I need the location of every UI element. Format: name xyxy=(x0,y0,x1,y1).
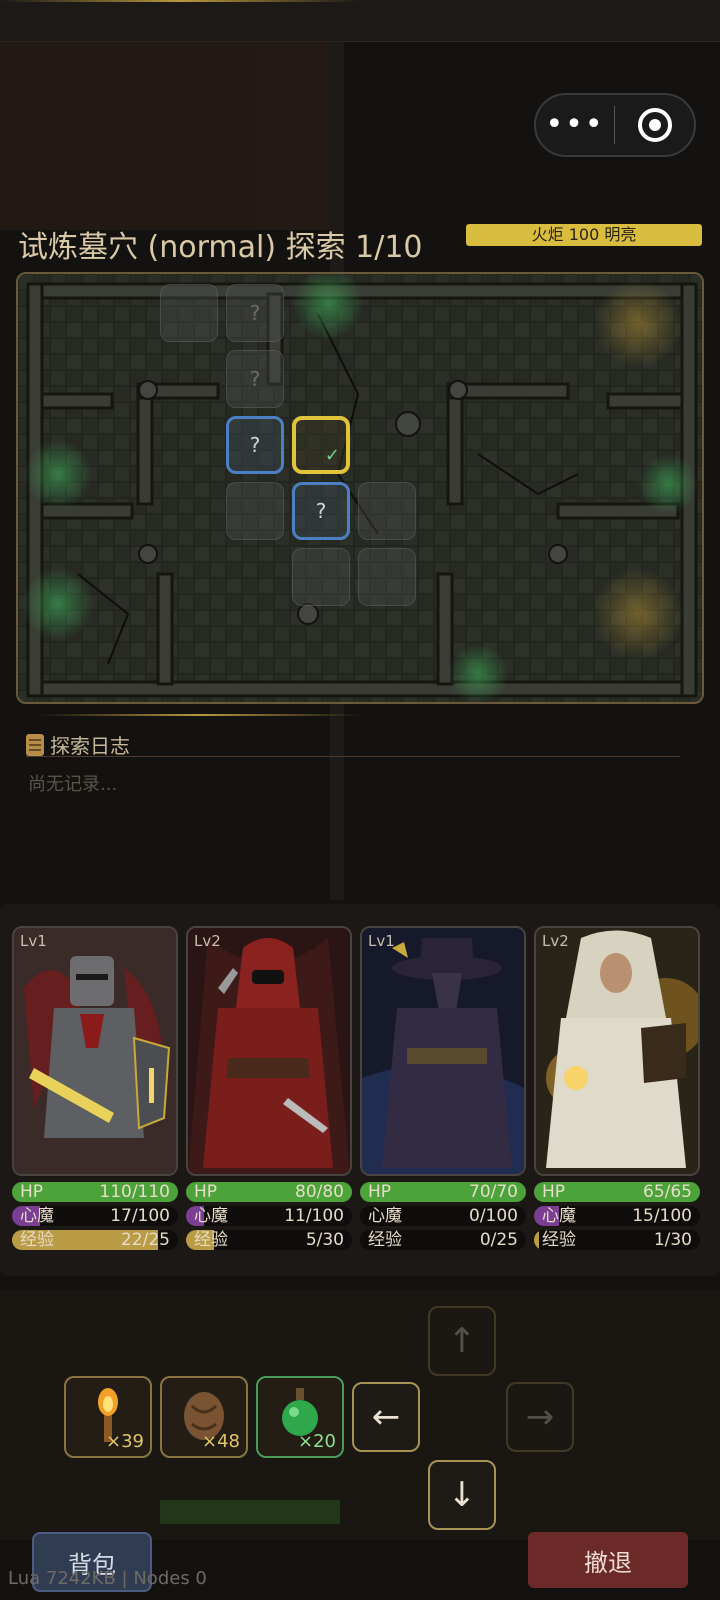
item-count: ×20 xyxy=(298,1431,336,1452)
hero-stat-mind: 心魔 15/100 xyxy=(534,1206,700,1226)
hero-stat-exp: 经验 22/25 xyxy=(12,1230,178,1250)
stat-label: HP xyxy=(194,1182,218,1202)
stat-label: HP xyxy=(20,1182,44,1202)
status-bar xyxy=(0,0,720,42)
stat-label: 经验 xyxy=(368,1230,402,1250)
check-icon: ✓ xyxy=(324,445,340,466)
hero-level: Lv1 xyxy=(20,932,47,950)
stat-value: 22/25 xyxy=(121,1230,170,1250)
hero-stat-mind: 心魔 17/100 xyxy=(12,1206,178,1226)
stat-label: 心魔 xyxy=(194,1206,228,1226)
torch-status-badge: 火炬 100 明亮 xyxy=(466,224,702,246)
map-tile-adjacent[interactable]: ? xyxy=(226,416,284,474)
stat-value: 5/30 xyxy=(305,1230,344,1250)
hero-stat-hp: HP 110/110 xyxy=(12,1182,178,1202)
hero-level: Lv2 xyxy=(542,932,569,950)
dungeon-map: ? ? ? ✓ ? xyxy=(16,272,704,704)
hero-card[interactable]: Lv1 xyxy=(360,926,526,1176)
hero-stat-exp: 经验 1/30 xyxy=(534,1230,700,1250)
debug-overlay: Lua 7242KB | Nodes 0 xyxy=(8,1568,207,1589)
mini-program-capsule[interactable]: ••• xyxy=(534,93,696,157)
hero-level: Lv2 xyxy=(194,932,221,950)
hero-stat-exp: 经验 0/25 xyxy=(360,1230,526,1250)
move-right-button-disabled: → xyxy=(506,1382,574,1452)
hero-card[interactable]: Lv1 xyxy=(12,926,178,1176)
map-tile-fog: ? xyxy=(226,350,284,408)
more-dots-icon[interactable]: ••• xyxy=(536,110,614,140)
hero-stat-hp: HP 80/80 xyxy=(186,1182,352,1202)
map-tile-fog: ? xyxy=(226,284,284,342)
stat-label: 心魔 xyxy=(368,1206,402,1226)
log-title: 探索日志 xyxy=(50,734,130,758)
hero-stat-hp: HP 65/65 xyxy=(534,1182,700,1202)
stat-label: 心魔 xyxy=(20,1206,54,1226)
log-header: 探索日志 xyxy=(26,730,130,759)
retreat-button[interactable]: 撤退 xyxy=(528,1532,688,1588)
item-slot-food[interactable]: ×48 xyxy=(160,1376,248,1458)
stat-value: 17/100 xyxy=(110,1206,170,1226)
map-tile-fog xyxy=(226,482,284,540)
knight-portrait xyxy=(14,928,176,1174)
stat-value: 0/100 xyxy=(469,1206,518,1226)
stat-value: 15/100 xyxy=(632,1206,692,1226)
map-tile-fog xyxy=(358,482,416,540)
map-tile-fog xyxy=(292,548,350,606)
stat-value: 70/70 xyxy=(469,1182,518,1202)
stat-label: 经验 xyxy=(20,1230,54,1250)
item-slot-torch[interactable]: ×39 xyxy=(64,1376,152,1458)
scroll-icon xyxy=(26,733,44,756)
rogue-portrait xyxy=(188,928,350,1174)
item-count: ×39 xyxy=(106,1431,144,1452)
priestess-portrait xyxy=(536,928,698,1174)
stat-label: 经验 xyxy=(542,1230,576,1250)
stat-fill xyxy=(534,1230,539,1250)
log-divider xyxy=(40,714,360,716)
map-tile-current: ✓ xyxy=(292,416,350,474)
stat-label: 心魔 xyxy=(542,1206,576,1226)
move-left-button[interactable]: ← xyxy=(352,1382,420,1452)
stat-value: 80/80 xyxy=(295,1182,344,1202)
hero-stat-mind: 心魔 0/100 xyxy=(360,1206,526,1226)
hero-card[interactable]: Lv2 xyxy=(534,926,700,1176)
item-slot-potion[interactable]: ×20 xyxy=(256,1376,344,1458)
log-empty-text: 尚无记录... xyxy=(28,774,118,795)
top-divider xyxy=(0,0,360,2)
map-tile-fog xyxy=(160,284,218,342)
stat-value: 11/100 xyxy=(284,1206,344,1226)
log-underline xyxy=(26,756,680,757)
item-count: ×48 xyxy=(202,1431,240,1452)
map-tile-fog xyxy=(358,548,416,606)
hero-card[interactable]: Lv2 xyxy=(186,926,352,1176)
stat-value: 1/30 xyxy=(653,1230,692,1250)
stat-label: HP xyxy=(368,1182,392,1202)
stat-value: 0/25 xyxy=(479,1230,518,1250)
move-up-button-disabled: ↑ xyxy=(428,1306,496,1376)
hero-level: Lv1 xyxy=(368,932,395,950)
plague-doctor-portrait xyxy=(362,928,524,1174)
hero-stat-hp: HP 70/70 xyxy=(360,1182,526,1202)
hero-stat-mind: 心魔 11/100 xyxy=(186,1206,352,1226)
stat-value: 110/110 xyxy=(99,1182,170,1202)
stat-label: HP xyxy=(542,1182,566,1202)
stat-value: 65/65 xyxy=(643,1182,692,1202)
stat-label: 经验 xyxy=(194,1230,228,1250)
move-down-button[interactable]: ↓ xyxy=(428,1460,496,1530)
close-target-icon[interactable] xyxy=(615,108,694,142)
map-tile-adjacent[interactable]: ? xyxy=(292,482,350,540)
page-title: 试炼墓穴 (normal) 探索 1/10 xyxy=(18,230,423,265)
hero-stat-exp: 经验 5/30 xyxy=(186,1230,352,1250)
